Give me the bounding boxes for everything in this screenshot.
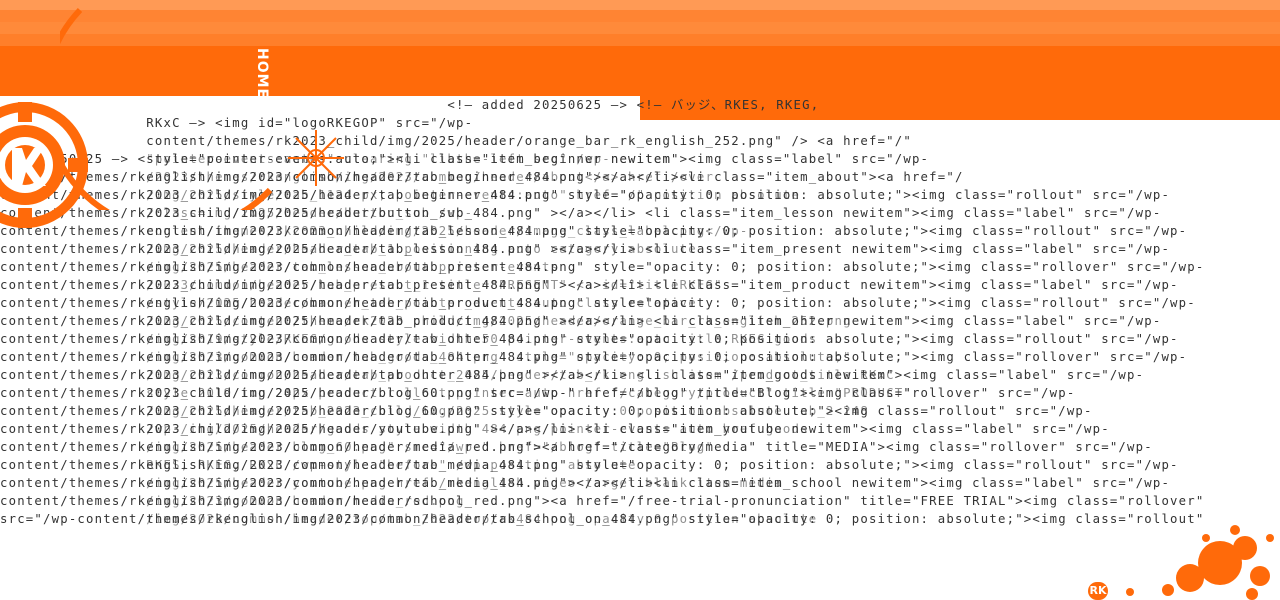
ghost-code-line: /img/2025/content/theme/rk2023_child/img… (0, 314, 852, 328)
ghost-code-line: content/themes/rk2023_child/img/2025/hea… (0, 224, 749, 238)
ghost-code-line: /img/2023/common/header/tab_product_2025… (0, 368, 895, 382)
ghost-code-line: RKES, RKEG, RKxC /wp-style "before" /wp-… (0, 458, 637, 472)
ghost-code-line: /img/2025/header/tab_2023_child/img/2025… (0, 404, 869, 418)
rk-mini-logo[interactable]: RK (1088, 582, 1108, 600)
ghost-code-line: /wp-/img/2025/header/goods style width 4… (0, 422, 809, 436)
home-tab[interactable]: HOME (246, 48, 270, 110)
ghost-code-line: /style/2025/header/banner_tab_pointer_ev… (0, 296, 697, 310)
ghost-code-line: /img/2025/header/header_tab_1 positionin… (0, 242, 697, 256)
spark-icon (288, 130, 344, 186)
ghost-code-line: /img/2025/header/youtube.png href /rkeng… (0, 476, 783, 490)
ghost-code-line: /img/2019/style/RKEG/goods style width:5… (0, 332, 818, 346)
ghost-code-line: /2023/common/header/tab_present_1 title=… (0, 278, 723, 292)
ghost-code-line: style 2019 top 24px product rollout poin… (0, 386, 912, 400)
ghost-code-line: /img/2023/common/header/tab_goods_484.pn… (0, 350, 852, 364)
ghost-code-line: /img/2025/header/tab_lesson_about pointe… (0, 260, 560, 274)
ghost-code-line: /img/2023/common/header/media_red.png (0, 494, 465, 508)
ghost-code-line: /img/2025/header/blog_60.png" src="/wp-"… (0, 440, 715, 454)
